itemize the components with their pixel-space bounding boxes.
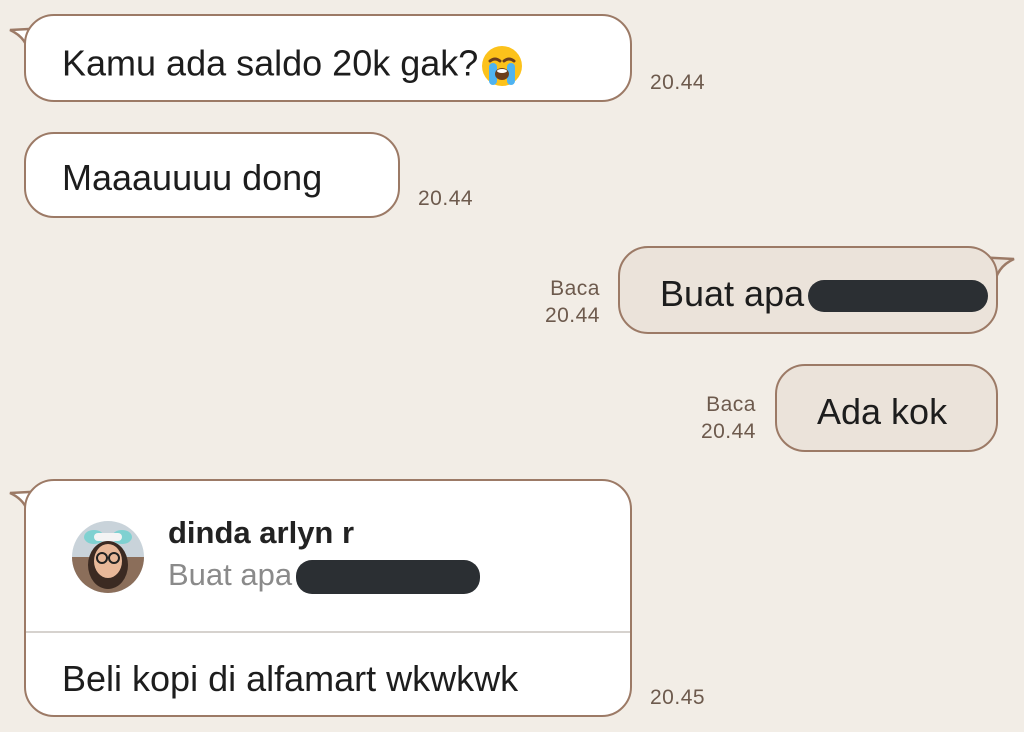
message-time: 20.44: [650, 71, 706, 94]
message-text: Buat apa: [660, 276, 989, 313]
quoted-text: Buat apa: [168, 559, 481, 594]
message-time: 20.44: [700, 420, 756, 443]
reply-message-bubble[interactable]: dinda arlyn r Buat apa Beli kopi di alfa…: [24, 479, 632, 717]
message-text: Ada kok: [817, 391, 948, 432]
quoted-message[interactable]: dinda arlyn r Buat apa: [26, 481, 630, 631]
read-status: Baca: [550, 277, 600, 300]
divider: [26, 631, 630, 633]
avatar: [72, 521, 144, 593]
message-text: Maaauuuu dong: [62, 157, 323, 198]
read-status: Baca: [706, 393, 756, 416]
message-status: Baca 20.44: [520, 275, 600, 329]
loudly-crying-face-icon: [482, 46, 523, 86]
redacted-block: [296, 559, 481, 594]
message-status: Baca 20.44: [676, 391, 756, 445]
message-bubble[interactable]: Buat apa: [618, 246, 998, 334]
message-text: Beli kopi di alfamart wkwkwk: [62, 658, 519, 699]
message-bubble[interactable]: Ada kok: [775, 364, 998, 452]
chat-area: Kamu ada saldo 20k gak? 20.44 Maaauuuu d…: [0, 0, 1024, 732]
message-time: 20.44: [418, 187, 474, 210]
message-text: Kamu ada saldo 20k gak?: [62, 44, 524, 88]
message-time: 20.45: [650, 686, 706, 709]
message-time: 20.44: [544, 304, 600, 327]
message-bubble[interactable]: Kamu ada saldo 20k gak?: [24, 14, 632, 102]
message-bubble[interactable]: Maaauuuu dong: [24, 132, 400, 218]
redacted-block: [808, 280, 989, 313]
quoted-sender-name: dinda arlyn r: [168, 515, 355, 550]
avatar-image: [72, 521, 144, 593]
